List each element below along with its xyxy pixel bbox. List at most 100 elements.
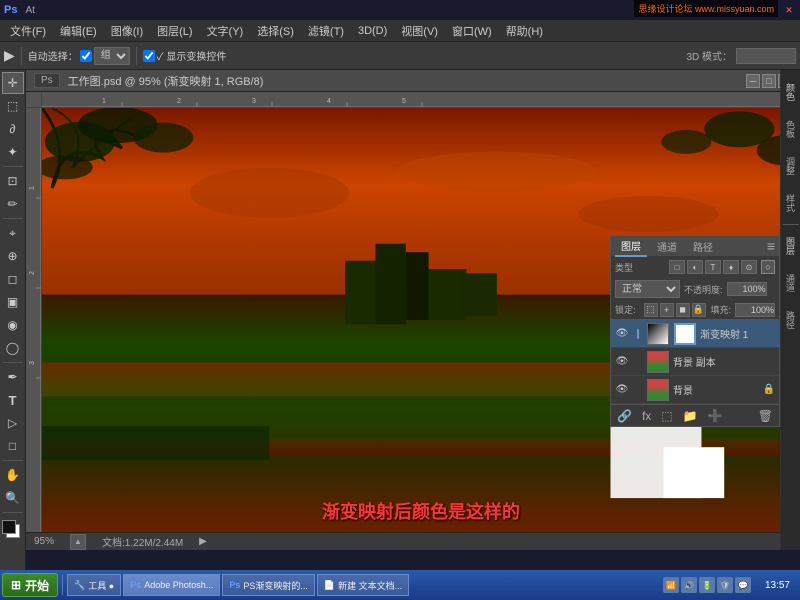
menu-filter[interactable]: 滤镜(T): [302, 21, 350, 41]
start-button[interactable]: ⊞ 开始: [2, 573, 58, 597]
filter-smart[interactable]: ⊙: [741, 260, 757, 274]
tool-eraser[interactable]: ◻: [2, 268, 24, 290]
tool-brush[interactable]: ⌖: [2, 222, 24, 244]
tool-magic-wand[interactable]: ✦: [2, 141, 24, 163]
new-layer-btn[interactable]: ➕: [706, 409, 725, 423]
panel-color-icon[interactable]: 颜色: [782, 74, 800, 110]
panel-styles-icon[interactable]: 样式: [782, 185, 800, 221]
zoom-level: 95%: [34, 536, 54, 547]
tool-stamp[interactable]: ⊕: [2, 245, 24, 267]
layer-item-gradient-map[interactable]: 👁 渐变映射 1: [611, 320, 779, 348]
menu-text[interactable]: 文字(Y): [201, 21, 250, 41]
tool-crop[interactable]: ⊡: [2, 170, 24, 192]
filter-adjust[interactable]: ◐: [687, 260, 703, 274]
lock-position-btn[interactable]: +: [660, 303, 674, 317]
show-transform-checkbox[interactable]: [143, 50, 155, 62]
tool-hand[interactable]: ✋: [2, 464, 24, 486]
doc-maximize[interactable]: □: [762, 74, 776, 88]
filter-shape[interactable]: ♦: [723, 260, 739, 274]
taskbar-doc-btn[interactable]: 📄 新建 文本文档...: [317, 574, 409, 596]
tab-paths[interactable]: 路径: [687, 237, 719, 256]
layer-visibility-toggle-2[interactable]: 👁: [615, 355, 629, 369]
tool-move[interactable]: ✛: [2, 72, 24, 94]
new-group-btn[interactable]: 📁: [681, 409, 700, 423]
opacity-input[interactable]: [727, 282, 767, 296]
taskbar-ps-btn[interactable]: Ps Adobe Photosh...: [123, 574, 220, 596]
ps-icon: Ps: [34, 73, 60, 88]
menu-layer[interactable]: 图层(L): [151, 21, 198, 41]
layer-visibility-toggle-3[interactable]: 👁: [615, 383, 629, 397]
panel-paths-icon[interactable]: 路径: [782, 302, 800, 338]
menu-view[interactable]: 视图(V): [395, 21, 444, 41]
tool-shape[interactable]: □: [2, 435, 24, 457]
layer-visibility-toggle-1[interactable]: 👁: [615, 327, 629, 341]
lock-artboard-btn[interactable]: ◼: [676, 303, 690, 317]
lock-all-btn[interactable]: 🔒: [692, 303, 706, 317]
color-swatches[interactable]: [2, 520, 24, 542]
tray-notify[interactable]: 💬: [735, 577, 751, 593]
svg-text:3: 3: [29, 361, 36, 365]
blend-mode-select[interactable]: 正常: [615, 280, 680, 298]
tools-panel: ✛ ⬚ ∂ ✦ ⊡ ✏ ⌖ ⊕ ◻ ▣ ◉ ◯ ✒ T ▷ □ ✋ 🔍: [0, 70, 26, 598]
menu-select[interactable]: 选择(S): [251, 21, 300, 41]
delete-layer-btn[interactable]: 🗑: [756, 409, 775, 423]
lock-pixels-btn[interactable]: ⬚: [644, 303, 658, 317]
taskbar-tools-btn[interactable]: 🔧 工具 ●: [67, 574, 121, 596]
tray-battery[interactable]: 🔋: [699, 577, 715, 593]
tools-label: 工具 ●: [88, 579, 114, 592]
tool-eyedropper[interactable]: ✏: [2, 193, 24, 215]
tray-security[interactable]: 🛡: [717, 577, 733, 593]
tool-gradient[interactable]: ▣: [2, 291, 24, 313]
tray-network[interactable]: 📶: [663, 577, 679, 593]
tool-path-select[interactable]: ▷: [2, 412, 24, 434]
filter-toggle[interactable]: ○: [761, 260, 775, 274]
layers-panel: 图层 通道 路径 ≡ 类型 □ ◐ T ♦ ⊙ ○ 正常 不透明度:: [610, 235, 780, 427]
tool-lasso[interactable]: ∂: [2, 118, 24, 140]
link-layers-btn[interactable]: 🔗: [615, 409, 634, 423]
status-bar: 95% ▲ 文档:1.22M/2.44M ▶: [26, 532, 800, 550]
panel-channels-icon[interactable]: 通道: [782, 265, 800, 301]
panel-swatches-icon[interactable]: 色板: [782, 111, 800, 147]
menu-3d[interactable]: 3D(D): [352, 23, 393, 39]
status-info-btn[interactable]: ▲: [70, 534, 86, 550]
add-mask-btn[interactable]: ⬚: [659, 409, 674, 423]
taskbar-ps2-btn[interactable]: Ps PS渐变映射的...: [222, 574, 315, 596]
status-arrow: ▶: [199, 536, 207, 547]
tool-text[interactable]: T: [2, 389, 24, 411]
menu-window[interactable]: 窗口(W): [446, 21, 498, 41]
auto-select-container: 自动选择： 组: [28, 47, 130, 65]
doc-taskbar-icon: 📄: [324, 580, 335, 591]
doc-minimize[interactable]: ─: [746, 74, 760, 88]
menu-file[interactable]: 文件(F): [4, 21, 52, 41]
panel-adjustments-icon[interactable]: 调整: [782, 148, 800, 184]
fill-input[interactable]: [735, 303, 775, 317]
ruler-corner: [26, 92, 42, 108]
layer-item-bg-copy[interactable]: 👁 背景 副本: [611, 348, 779, 376]
auto-select-type[interactable]: 组: [94, 47, 130, 65]
tab-channels[interactable]: 通道: [651, 237, 683, 256]
doc-taskbar-label: 新建 文本文档...: [338, 579, 402, 592]
tool-options-arrow: ▶: [4, 47, 15, 64]
layer-name-background: 背景: [673, 382, 759, 397]
panel-menu-btn[interactable]: ≡: [767, 238, 775, 254]
tool-select-rect[interactable]: ⬚: [2, 95, 24, 117]
tool-zoom[interactable]: 🔍: [2, 487, 24, 509]
layer-item-background[interactable]: 👁 背景 🔒: [611, 376, 779, 404]
tab-layers[interactable]: 图层: [615, 236, 647, 257]
close-button[interactable]: ✕: [782, 3, 796, 17]
tool-pen[interactable]: ✒: [2, 366, 24, 388]
menu-edit[interactable]: 编辑(E): [54, 21, 103, 41]
auto-select-checkbox[interactable]: [80, 50, 92, 62]
layers-type-toolbar: 类型 □ ◐ T ♦ ⊙ ○: [611, 256, 779, 278]
layer-thumb-background: [647, 379, 669, 401]
add-style-btn[interactable]: fx: [640, 409, 653, 423]
filter-text[interactable]: T: [705, 260, 721, 274]
tool-blur[interactable]: ◉: [2, 314, 24, 336]
menu-image[interactable]: 图像(I): [105, 21, 149, 41]
tool-dodge[interactable]: ◯: [2, 337, 24, 359]
tray-volume[interactable]: 🔊: [681, 577, 697, 593]
filter-pixel[interactable]: □: [669, 260, 685, 274]
layer-thumb-gradient-map: [647, 323, 669, 345]
menu-help[interactable]: 帮助(H): [500, 21, 549, 41]
panel-layers-icon[interactable]: 图层: [782, 228, 800, 264]
